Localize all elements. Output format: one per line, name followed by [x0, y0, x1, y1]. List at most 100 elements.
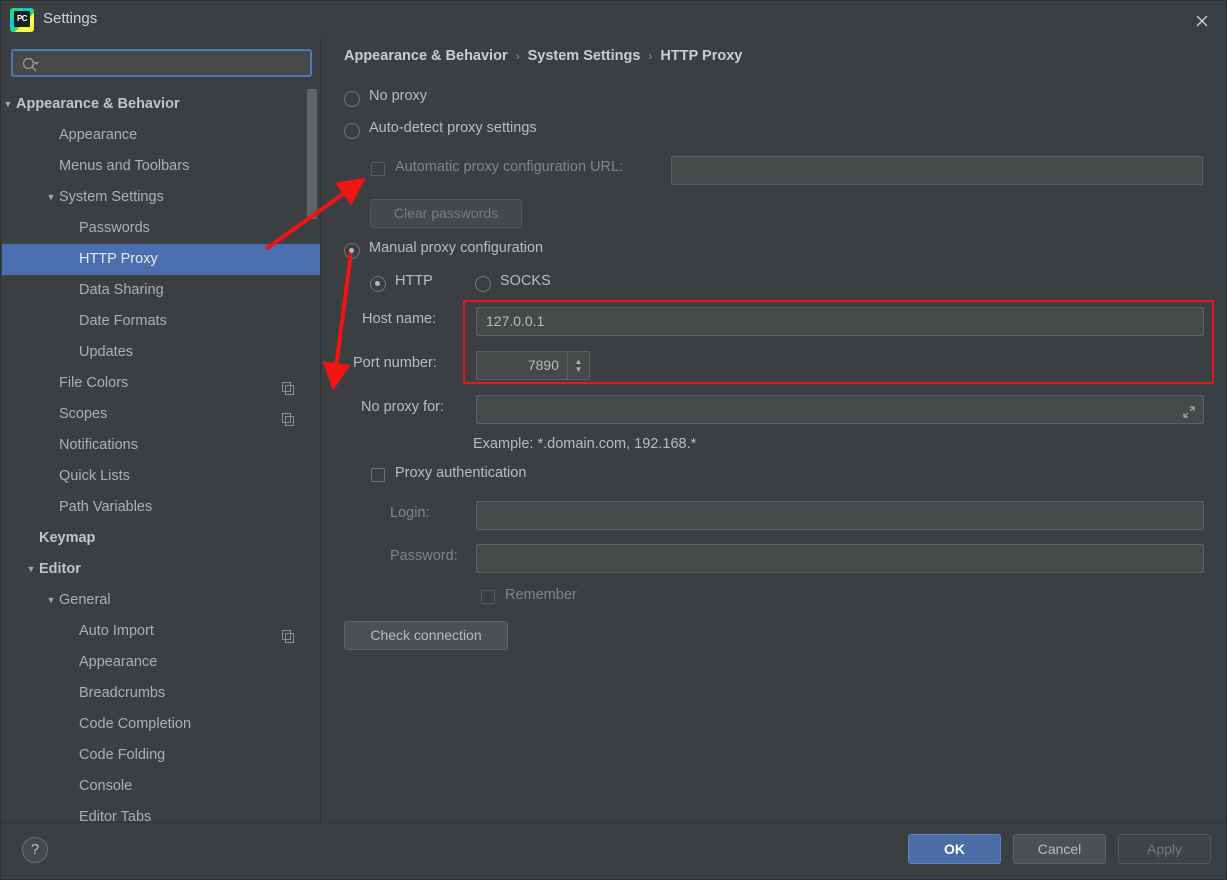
sidebar-item-label: Keymap — [39, 530, 96, 546]
sidebar-item-label: Passwords — [79, 220, 150, 236]
apply-button[interactable]: Apply — [1118, 834, 1211, 864]
sidebar-item-label: Menus and Toolbars — [59, 158, 190, 174]
ok-button[interactable]: OK — [908, 834, 1001, 864]
breadcrumb-part-3: HTTP Proxy — [660, 48, 743, 64]
checkbox-automatic-proxy-url[interactable] — [371, 162, 385, 176]
check-connection-button[interactable]: Check connection — [344, 621, 508, 650]
sidebar-item-label: Quick Lists — [59, 468, 130, 484]
label-host-name: Host name: — [362, 311, 437, 327]
expand-icon[interactable] — [1181, 402, 1197, 418]
tree-expand-arrow-icon[interactable]: ▼ — [45, 182, 57, 213]
sidebar-item-updates[interactable]: Updates — [2, 337, 321, 368]
radio-manual-proxy[interactable] — [344, 243, 360, 259]
sidebar-item-passwords[interactable]: Passwords — [2, 213, 321, 244]
label-no-proxy-for: No proxy for: — [361, 399, 444, 415]
password-input[interactable] — [476, 544, 1204, 573]
radio-auto-detect-proxy[interactable] — [344, 123, 360, 139]
radio-http[interactable] — [370, 276, 386, 292]
sidebar-item-label: Code Folding — [79, 747, 166, 763]
copy-settings-icon[interactable] — [282, 407, 295, 426]
clear-passwords-button[interactable]: Clear passwords — [370, 199, 522, 228]
sidebar-item-label: Auto Import — [79, 623, 154, 639]
copy-settings-icon[interactable] — [282, 624, 295, 643]
sidebar-item-label: System Settings — [59, 189, 164, 205]
search-input[interactable] — [47, 51, 306, 75]
sidebar-item-label: Appearance — [59, 127, 138, 143]
sidebar-item-path-variables[interactable]: Path Variables — [2, 492, 321, 523]
sidebar-item-system-settings[interactable]: ▼ System Settings — [2, 182, 321, 213]
sidebar-item-label: Updates — [79, 344, 134, 360]
cancel-button[interactable]: Cancel — [1013, 834, 1106, 864]
label-proxy-authentication[interactable]: Proxy authentication — [395, 465, 526, 481]
sidebar-item-console[interactable]: Console — [2, 771, 321, 802]
checkbox-proxy-authentication[interactable] — [371, 468, 385, 482]
sidebar-item-scopes[interactable]: Scopes — [2, 399, 321, 430]
sidebar-item-label: Console — [79, 778, 133, 794]
breadcrumb-part-2[interactable]: System Settings — [528, 48, 641, 64]
sidebar-item-label: Notifications — [59, 437, 138, 453]
sidebar-item-label: Editor Tabs — [79, 809, 152, 824]
sidebar-item-label: File Colors — [59, 375, 129, 391]
label-remember[interactable]: Remember — [505, 587, 577, 603]
search-box[interactable] — [11, 49, 312, 77]
breadcrumb-separator-2: › — [648, 49, 653, 63]
sidebar-item-appearance[interactable]: Appearance — [2, 120, 321, 151]
settings-dialog: PC Settings ▼ Appearance & Behavior Appear… — [0, 0, 1227, 880]
no-proxy-for-input[interactable] — [476, 395, 1204, 424]
sidebar-item-editor[interactable]: ▼ Editor — [2, 554, 321, 585]
sidebar-item-label: Date Formats — [79, 313, 167, 329]
sidebar-item-label: Data Sharing — [79, 282, 164, 298]
search-icon — [21, 56, 39, 74]
sidebar-item-editor-tabs[interactable]: Editor Tabs — [2, 802, 321, 824]
sidebar-item-menus-and-toolbars[interactable]: Menus and Toolbars — [2, 151, 321, 182]
radio-socks[interactable] — [475, 276, 491, 292]
sidebar-item-auto-import[interactable]: Auto Import — [2, 616, 321, 647]
label-port-number: Port number: — [353, 355, 437, 371]
sidebar-item-http-proxy[interactable]: HTTP Proxy — [2, 244, 321, 275]
tree-expand-arrow-icon[interactable]: ▼ — [25, 554, 37, 585]
sidebar-item-label: Path Variables — [59, 499, 153, 515]
sidebar-item-label: Appearance & Behavior — [16, 96, 180, 112]
label-socks[interactable]: SOCKS — [500, 273, 551, 289]
label-login: Login: — [390, 505, 430, 521]
sidebar-item-notifications[interactable]: Notifications — [2, 430, 321, 461]
close-icon[interactable] — [1190, 9, 1214, 33]
breadcrumb: Appearance & Behavior › System Settings › HT… — [344, 48, 742, 64]
sidebar-item-data-sharing[interactable]: Data Sharing — [2, 275, 321, 306]
settings-tree[interactable]: ▼ Appearance & Behavior Appearance Menus an… — [2, 89, 321, 824]
sidebar-item-label: HTTP Proxy — [79, 251, 158, 267]
sidebar-item-label: Code Completion — [79, 716, 192, 732]
tree-expand-arrow-icon[interactable]: ▼ — [2, 89, 14, 120]
sidebar-item-breadcrumbs[interactable]: Breadcrumbs — [2, 678, 321, 709]
help-button[interactable]: ? — [22, 837, 48, 863]
sidebar-item-code-folding[interactable]: Code Folding — [2, 740, 321, 771]
title-bar: PC Settings — [1, 1, 1226, 39]
tree-expand-arrow-icon[interactable]: ▼ — [45, 585, 57, 616]
sidebar-item-file-colors[interactable]: File Colors — [2, 368, 321, 399]
sidebar-scrollbar-thumb[interactable] — [307, 89, 317, 219]
sidebar-item-appearance-behavior[interactable]: ▼ Appearance & Behavior — [2, 89, 321, 120]
breadcrumb-part-1[interactable]: Appearance & Behavior — [344, 48, 508, 64]
sidebar-item-label: Breadcrumbs — [79, 685, 166, 701]
dialog-footer: ? OK Cancel Apply — [2, 822, 1225, 878]
label-password: Password: — [390, 548, 458, 564]
login-input[interactable] — [476, 501, 1204, 530]
label-http[interactable]: HTTP — [395, 273, 433, 289]
sidebar-item-code-completion[interactable]: Code Completion — [2, 709, 321, 740]
sidebar-item-quick-lists[interactable]: Quick Lists — [2, 461, 321, 492]
sidebar-item-keymap[interactable]: Keymap — [2, 523, 321, 554]
annotation-highlight-box — [463, 300, 1214, 384]
pycharm-logo-text: PC — [14, 11, 30, 27]
radio-no-proxy[interactable] — [344, 91, 360, 107]
sidebar-item-general[interactable]: ▼ General — [2, 585, 321, 616]
sidebar-item-appearance[interactable]: Appearance — [2, 647, 321, 678]
copy-settings-icon[interactable] — [282, 376, 295, 395]
automatic-proxy-url-input[interactable] — [671, 156, 1203, 185]
label-no-proxy[interactable]: No proxy — [369, 88, 427, 104]
checkbox-remember[interactable] — [481, 590, 495, 604]
label-automatic-proxy-url: Automatic proxy configuration URL: — [395, 159, 624, 175]
label-auto-detect-proxy[interactable]: Auto-detect proxy settings — [369, 120, 537, 136]
sidebar-item-date-formats[interactable]: Date Formats — [2, 306, 321, 337]
label-manual-proxy[interactable]: Manual proxy configuration — [369, 240, 543, 256]
sidebar-item-label: General — [59, 592, 111, 608]
